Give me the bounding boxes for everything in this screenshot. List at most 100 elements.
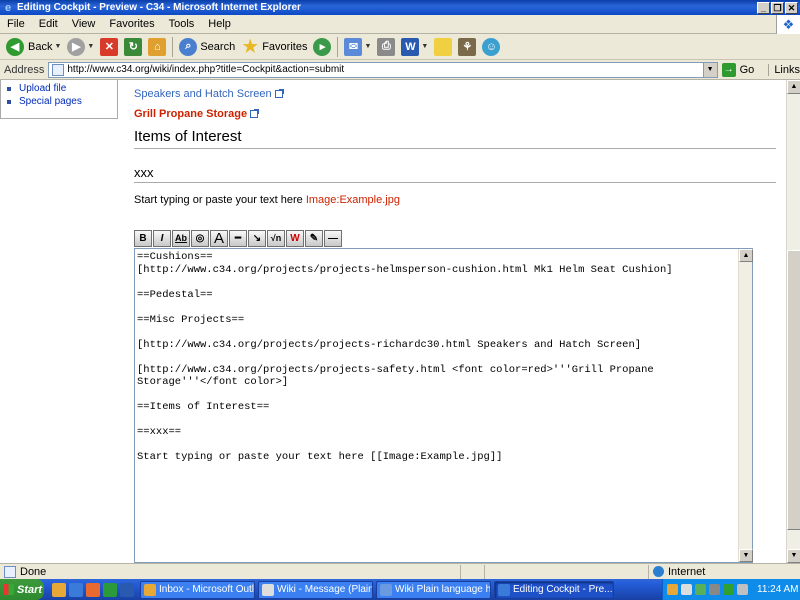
address-input[interactable]: http://www.c34.org/wiki/index.php?title=…: [48, 61, 718, 78]
home-button[interactable]: ⌂: [145, 36, 169, 58]
star-icon: ★: [242, 36, 258, 56]
internal-link-button[interactable]: Ab: [172, 230, 190, 247]
scroll-thumb[interactable]: [787, 250, 800, 530]
search-icon: ⌕: [179, 37, 198, 56]
favorites-label: Favorites: [262, 40, 308, 53]
media-file-button[interactable]: ↘: [248, 230, 266, 247]
preview-area: Speakers and Hatch Screen Grill Propane …: [134, 80, 776, 563]
stop-button[interactable]: ✕: [97, 36, 121, 58]
tray-volume-icon[interactable]: [709, 584, 720, 595]
note-icon: [434, 37, 453, 56]
document-icon: [380, 583, 392, 596]
tray-printer-icon[interactable]: [737, 584, 748, 595]
menu-favorites[interactable]: Favorites: [102, 18, 161, 30]
image-link[interactable]: Image:Example.jpg: [306, 194, 400, 206]
menu-help[interactable]: Help: [201, 18, 238, 30]
messenger-button[interactable]: ☺: [479, 36, 503, 58]
standard-toolbar: ◀ Back ▼ ▶ ▼ ✕ ↻ ⌂ ⌕ Search ★ Favorites …: [0, 34, 800, 60]
forward-button[interactable]: ▶ ▼: [64, 36, 97, 58]
scroll-down-icon[interactable]: ▼: [739, 549, 753, 562]
grill-propane-link[interactable]: Grill Propane Storage: [134, 106, 776, 122]
horizontal-line-button[interactable]: —: [324, 230, 342, 247]
bold-button[interactable]: B: [134, 230, 152, 247]
menu-edit[interactable]: Edit: [32, 18, 65, 30]
scroll-up-icon[interactable]: ▲: [739, 249, 753, 262]
task-label: Editing Cockpit - Pre...: [513, 584, 613, 595]
signature-button[interactable]: ✎: [305, 230, 323, 247]
task-wiki-plain[interactable]: Wiki Plain language ho...: [376, 580, 491, 599]
menu-tools[interactable]: Tools: [162, 18, 202, 30]
tray-shield-icon[interactable]: [723, 584, 734, 595]
page-scrollbar[interactable]: ▲ ▼: [786, 80, 800, 563]
math-button[interactable]: √n: [267, 230, 285, 247]
scroll-down-icon[interactable]: ▼: [787, 549, 800, 563]
zone-label: Internet: [668, 565, 706, 578]
windows-logo-icon: ❖: [776, 15, 800, 34]
sidebar-item-label[interactable]: Upload file: [19, 82, 66, 95]
back-arrow-icon: ◀: [6, 37, 24, 56]
paragraph-text: Start typing or paste your text here: [134, 194, 306, 206]
forward-dropdown-icon[interactable]: ▼: [87, 43, 94, 50]
search-button[interactable]: ⌕ Search: [176, 36, 238, 58]
sidebar-item-label[interactable]: Special pages: [19, 95, 82, 108]
note-button[interactable]: [431, 36, 455, 58]
links-button[interactable]: Links: [768, 63, 800, 76]
back-dropdown-icon[interactable]: ▼: [54, 43, 61, 50]
media-button[interactable]: ▸: [310, 36, 334, 58]
scroll-up-icon[interactable]: ▲: [787, 80, 800, 94]
nowiki-button[interactable]: W: [286, 230, 304, 247]
research-button[interactable]: ⚘: [455, 36, 479, 58]
image-button[interactable]: ━: [229, 230, 247, 247]
mail-icon: ✉: [344, 37, 363, 56]
wiki-textarea[interactable]: ==Cushions== [http://www.c34.org/project…: [137, 251, 737, 559]
stop-icon: ✕: [100, 37, 119, 56]
mail-button[interactable]: ✉ ▼: [341, 36, 374, 58]
editor-scrollbar[interactable]: ▲ ▼: [738, 249, 753, 562]
refresh-icon: ↻: [124, 37, 143, 56]
external-link-button[interactable]: ◎: [191, 230, 209, 247]
go-label: Go: [739, 63, 755, 76]
tray-outlook-icon[interactable]: [667, 584, 678, 595]
security-zone: Internet: [648, 564, 768, 579]
sidebar-item-special-pages[interactable]: Special pages: [7, 95, 117, 108]
mail-dropdown-icon[interactable]: ▼: [364, 43, 371, 50]
menu-file[interactable]: File: [0, 18, 32, 30]
firefox-icon[interactable]: [86, 582, 100, 597]
favorites-button[interactable]: ★ Favorites: [238, 36, 310, 58]
task-outlook[interactable]: Inbox - Microsoft Outlook: [140, 580, 255, 599]
menu-view[interactable]: View: [65, 18, 103, 30]
print-button[interactable]: ⎙: [374, 36, 398, 58]
task-editing-cockpit[interactable]: Editing Cockpit - Pre...: [494, 580, 614, 599]
sidebar-item-upload-file[interactable]: Upload file: [7, 82, 117, 95]
link-text[interactable]: Speakers and Hatch Screen: [134, 88, 272, 100]
taskbar: Start Inbox - Microsoft Outlook Wiki - M…: [0, 579, 800, 600]
media-icon: ▸: [313, 37, 332, 56]
tray-security-icon[interactable]: [695, 584, 706, 595]
address-dropdown-icon[interactable]: ▼: [702, 62, 717, 77]
speakers-hatch-link[interactable]: Speakers and Hatch Screen: [134, 86, 776, 102]
refresh-button[interactable]: ↻: [121, 36, 145, 58]
window-title: Editing Cockpit - Preview - C34 - Micros…: [17, 2, 301, 13]
start-button[interactable]: Start: [0, 579, 44, 600]
outlook-icon[interactable]: [52, 582, 66, 597]
edit-dropdown-icon[interactable]: ▼: [421, 43, 428, 50]
word-icon[interactable]: [120, 582, 134, 597]
ie-icon[interactable]: [69, 582, 83, 597]
headline-button[interactable]: A: [210, 230, 228, 247]
excel-icon[interactable]: [103, 582, 117, 597]
preview-paragraph: Start typing or paste your text here Ima…: [134, 194, 776, 206]
print-icon: ⎙: [377, 37, 396, 56]
italic-button[interactable]: I: [153, 230, 171, 247]
tray-network-icon[interactable]: [681, 584, 692, 595]
go-button[interactable]: → Go: [721, 62, 755, 77]
maximize-button[interactable]: ❒: [771, 1, 784, 14]
clock[interactable]: 11:24 AM: [757, 584, 799, 595]
address-url[interactable]: http://www.c34.org/wiki/index.php?title=…: [67, 64, 702, 75]
link-text[interactable]: Grill Propane Storage: [134, 108, 247, 120]
close-button[interactable]: ✕: [785, 1, 798, 14]
edit-button[interactable]: W ▼: [398, 36, 431, 58]
back-button[interactable]: ◀ Back ▼: [3, 36, 64, 58]
task-wiki-message[interactable]: Wiki - Message (Plain T...: [258, 580, 373, 599]
minimize-button[interactable]: _: [757, 1, 770, 14]
status-bar: Done Internet: [0, 563, 800, 579]
